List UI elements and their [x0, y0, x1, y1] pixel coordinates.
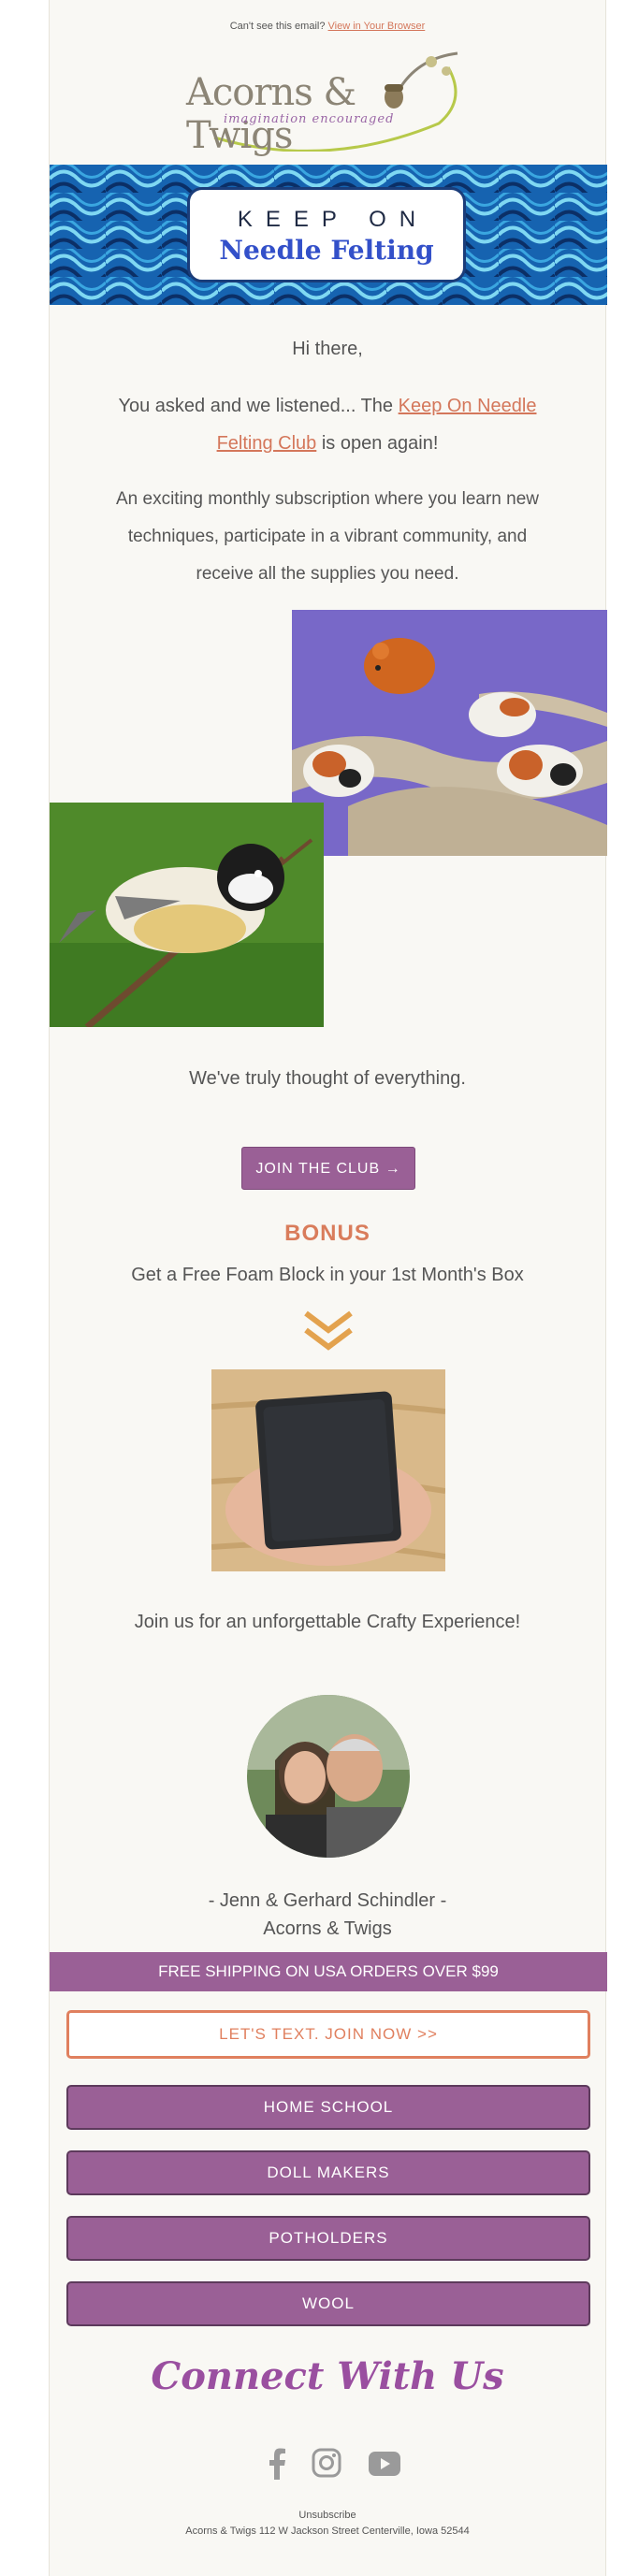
description-paragraph: An exciting monthly subscription where y…: [115, 489, 539, 584]
lets-text-button[interactable]: LET'S TEXT. JOIN NOW >>: [66, 2010, 590, 2059]
double-chevron-down-icon: [304, 1310, 353, 1351]
felted-chickadee-photo: [50, 803, 324, 1027]
preheader: Can't see this email? View in Your Brows…: [50, 21, 605, 32]
intro-paragraph: You asked and we listened... The Keep On…: [50, 387, 605, 462]
unsubscribe-link[interactable]: Unsubscribe: [50, 2510, 605, 2521]
hero-line-1: KEEP ON: [237, 207, 429, 232]
intro-suffix: is open again!: [316, 433, 439, 454]
greeting: Hi there,: [292, 339, 363, 359]
preheader-question: Can't see this email?: [229, 21, 326, 32]
hero-banner[interactable]: KEEP ON Needle Felting: [50, 165, 607, 305]
facebook-icon[interactable]: [268, 2448, 286, 2480]
footer-address: Acorns & Twigs 112 W Jackson Street Cent…: [185, 2525, 470, 2537]
email-container: Can't see this email? View in Your Brows…: [49, 0, 607, 2576]
potholders-button[interactable]: POTHOLDERS: [66, 2216, 590, 2261]
join-club-button[interactable]: JOIN THE CLUB →: [241, 1147, 415, 1190]
thought-text: We've truly thought of everything.: [189, 1068, 466, 1089]
hero-line-2: Needle Felting: [219, 235, 434, 266]
youtube-icon[interactable]: [369, 2452, 400, 2476]
hero-card: KEEP ON Needle Felting: [187, 187, 466, 282]
home-school-button[interactable]: HOME SCHOOL: [66, 2085, 590, 2130]
foam-block-photo: [211, 1369, 445, 1571]
intro-prefix: You asked and we listened... The: [118, 396, 399, 416]
doll-makers-button[interactable]: DOLL MAKERS: [66, 2150, 590, 2195]
free-shipping-bar: FREE SHIPPING ON USA ORDERS OVER $99: [50, 1952, 607, 1991]
brand-logo[interactable]: Acorns & Twigs imagination encouraged: [186, 49, 471, 157]
avatar: [247, 1695, 410, 1858]
bonus-title: BONUS: [284, 1221, 370, 1246]
logo-tagline: imagination encouraged: [224, 112, 395, 126]
instagram-icon[interactable]: [312, 2448, 341, 2478]
view-in-browser-link[interactable]: View in Your Browser: [328, 21, 426, 32]
connect-heading: Connect With Us: [151, 2354, 504, 2398]
bonus-text: Get a Free Foam Block in your 1st Month'…: [131, 1265, 524, 1285]
signature-names: - Jenn & Gerhard Schindler -: [208, 1890, 447, 1911]
social-links: [50, 2448, 605, 2482]
felted-mice-photo: [292, 610, 607, 856]
wool-button[interactable]: WOOL: [66, 2281, 590, 2326]
join-us-text: Join us for an unforgettable Crafty Expe…: [134, 1612, 521, 1632]
signature-company: Acorns & Twigs: [263, 1918, 392, 1939]
